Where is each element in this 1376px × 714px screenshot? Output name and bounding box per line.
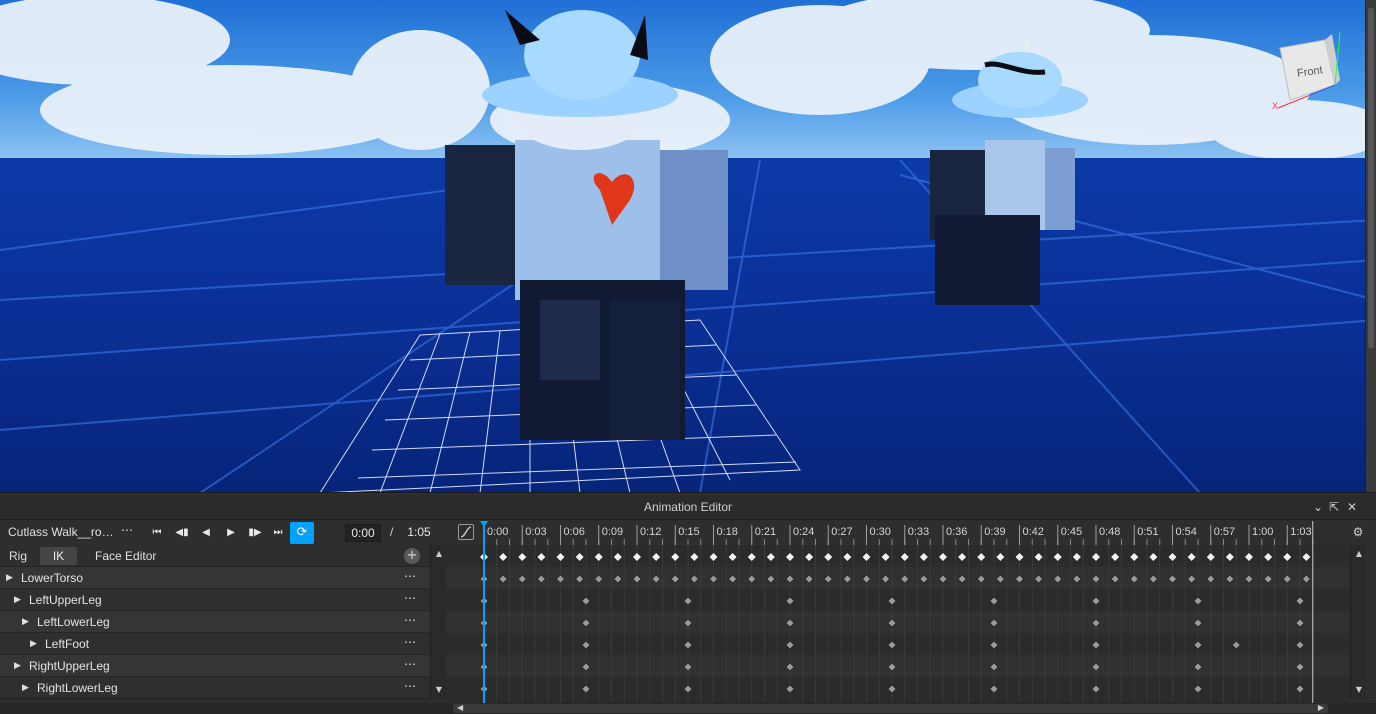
view-cube-axis-x: X bbox=[1272, 101, 1279, 111]
close-icon[interactable]: ✕ bbox=[1345, 499, 1359, 515]
timeline-row bbox=[446, 677, 1350, 699]
time-separator: / bbox=[390, 525, 394, 539]
track-more-icon[interactable]: ⋯ bbox=[404, 569, 416, 583]
ruler-tick-label: 0:15 bbox=[678, 526, 699, 538]
next-keyframe-icon[interactable]: ▮▶ bbox=[244, 523, 266, 543]
add-track-icon[interactable]: + bbox=[404, 548, 420, 564]
ruler-tick-label: 0:21 bbox=[755, 526, 776, 538]
current-time-input[interactable]: 0:00 bbox=[345, 524, 381, 542]
ruler-tick-label: 0:45 bbox=[1061, 526, 1082, 538]
track-name: LeftLowerLeg bbox=[37, 615, 110, 629]
ruler-tick-label: 0:24 bbox=[793, 526, 814, 538]
ruler-tick-label: 0:36 bbox=[946, 526, 967, 538]
hscroll-right-icon[interactable]: ▶ bbox=[1318, 703, 1324, 712]
track-more-icon[interactable]: ⋯ bbox=[404, 657, 416, 671]
ruler-tick-label: 0:30 bbox=[870, 526, 891, 538]
ruler-tick-label: 0:42 bbox=[1023, 526, 1044, 538]
viewport-scene: f bbox=[0, 0, 1376, 492]
track-more-icon[interactable]: ⋯ bbox=[404, 591, 416, 605]
floating-label: f bbox=[1024, 37, 1030, 56]
scroll-down-icon[interactable]: ▼ bbox=[1353, 685, 1365, 694]
timeline-canvas[interactable]: 0:00 0:03 0:06 0:09 0:12 0:15 0:18 0:21 0:24 0:27… bbox=[446, 521, 1350, 703]
editor-title: Animation Editor bbox=[643, 500, 733, 514]
scroll-down-icon[interactable]: ▼ bbox=[433, 685, 445, 694]
track-name: LeftUpperLeg bbox=[29, 593, 102, 607]
ruler-tick-label: 1:00 bbox=[1252, 526, 1273, 538]
track-row[interactable]: ▶ LowerTorso ⋯ bbox=[0, 567, 430, 589]
track-row[interactable]: ▶ LeftFoot ⋯ bbox=[0, 633, 430, 655]
ruler-tick-label: 0:06 bbox=[564, 526, 585, 538]
track-more-icon[interactable]: ⋯ bbox=[404, 679, 416, 693]
track-name: RightUpperLeg bbox=[29, 659, 110, 673]
ruler-tick-label: 1:03 bbox=[1290, 526, 1311, 538]
viewport-scroll-thumb[interactable] bbox=[1368, 8, 1374, 348]
timeline-hscrollbar[interactable]: ◀ ▶ bbox=[0, 703, 1376, 714]
expand-arrow-icon[interactable]: ▶ bbox=[22, 682, 32, 694]
play-reverse-icon[interactable]: ◀ bbox=[195, 523, 217, 543]
rig-tabs-row: Rig IK Face Editor + bbox=[0, 545, 430, 567]
editor-titlebar: Animation Editor ⌄ ⇱ ✕ bbox=[0, 495, 1376, 520]
undock-icon[interactable]: ⇱ bbox=[1327, 499, 1341, 515]
timeline-row bbox=[446, 655, 1350, 677]
track-row[interactable]: ▶ RightLowerLeg ⋯ bbox=[0, 677, 430, 699]
end-time-input[interactable]: 1:05 bbox=[400, 524, 438, 542]
skip-to-start-icon[interactable]: ⏮ bbox=[146, 523, 168, 543]
viewport-scrollbar[interactable] bbox=[1365, 0, 1376, 492]
tab-face-editor[interactable]: Face Editor bbox=[95, 549, 156, 563]
track-name: LeftFoot bbox=[45, 637, 90, 651]
hscroll-left-icon[interactable]: ◀ bbox=[457, 703, 463, 712]
animation-editor: Animation Editor ⌄ ⇱ ✕ Cutlass Walk__ro…… bbox=[0, 495, 1376, 714]
track-name: RightLowerLeg bbox=[37, 681, 118, 695]
timeline-row bbox=[446, 611, 1350, 633]
rig-label: Rig bbox=[9, 549, 28, 563]
track-name: LowerTorso bbox=[21, 571, 84, 585]
ruler-tick-label: 0:12 bbox=[640, 526, 661, 538]
timeline-row bbox=[446, 589, 1350, 611]
ruler-tick-label: 0:00 bbox=[487, 526, 508, 538]
track-more-icon[interactable]: ⋯ bbox=[404, 635, 416, 649]
chevron-down-icon[interactable]: ⌄ bbox=[1311, 499, 1325, 515]
track-list: ▶ LowerTorso ⋯ ▶ LeftUpperLeg ⋯ ▶ LeftLowerLeg ⋯… bbox=[0, 567, 430, 699]
play-icon[interactable]: ▶ bbox=[220, 523, 242, 543]
timeline-row bbox=[446, 633, 1350, 655]
previous-keyframe-icon[interactable]: ◀▮ bbox=[171, 523, 193, 543]
expand-arrow-icon[interactable]: ▶ bbox=[6, 572, 16, 584]
3d-viewport[interactable]: f Front X bbox=[0, 0, 1376, 493]
ruler-tick-label: 0:54 bbox=[1176, 526, 1197, 538]
ruler-tick-label: 0:57 bbox=[1214, 526, 1235, 538]
ruler-tick-label: 0:33 bbox=[908, 526, 929, 538]
playback-toolbar: Cutlass Walk__ro… ⋯ ⏮ ◀▮ ◀ ▶ ▮▶ ⏭ ⟳ 0:00… bbox=[0, 521, 446, 545]
curve-editor-icon[interactable] bbox=[458, 524, 474, 540]
expand-arrow-icon[interactable]: ▶ bbox=[22, 616, 32, 628]
scroll-up-icon[interactable]: ▲ bbox=[1353, 549, 1365, 558]
ruler-tick-label: 0:51 bbox=[1137, 526, 1158, 538]
expand-arrow-icon[interactable]: ▶ bbox=[30, 638, 40, 650]
loop-toggle-icon[interactable]: ⟳ bbox=[290, 522, 314, 544]
animation-name-dropdown[interactable]: Cutlass Walk__ro… bbox=[8, 525, 114, 539]
skip-to-end-icon[interactable]: ⏭ bbox=[267, 523, 289, 543]
ruler-tick-label: 0:48 bbox=[1099, 526, 1120, 538]
ruler-tick-label: 0:09 bbox=[602, 526, 623, 538]
track-row[interactable]: ▶ RightUpperLeg ⋯ bbox=[0, 655, 430, 677]
animation-more-icon[interactable]: ⋯ bbox=[121, 523, 139, 537]
gear-icon[interactable]: ⚙ bbox=[1350, 523, 1366, 541]
hscroll-track[interactable]: ◀ ▶ bbox=[453, 703, 1328, 713]
timeline-scrollbar[interactable]: ▲ ▼ bbox=[1350, 545, 1366, 699]
tab-ik[interactable]: IK bbox=[40, 547, 77, 565]
timeline[interactable]: 0:00 0:03 0:06 0:09 0:12 0:15 0:18 0:21 0:24 0:27… bbox=[446, 521, 1350, 703]
ruler-tick-label: 0:27 bbox=[831, 526, 852, 538]
track-more-icon[interactable]: ⋯ bbox=[404, 613, 416, 627]
ruler-tick-label: 0:03 bbox=[525, 526, 546, 538]
scroll-up-icon[interactable]: ▲ bbox=[433, 549, 445, 558]
track-row[interactable]: ▶ LeftLowerLeg ⋯ bbox=[0, 611, 430, 633]
expand-arrow-icon[interactable]: ▶ bbox=[14, 660, 24, 672]
track-row[interactable]: ▶ LeftUpperLeg ⋯ bbox=[0, 589, 430, 611]
track-list-scrollbar[interactable]: ▲ ▼ bbox=[430, 545, 446, 699]
ruler-tick-label: 0:39 bbox=[984, 526, 1005, 538]
expand-arrow-icon[interactable]: ▶ bbox=[14, 594, 24, 606]
ruler-tick-label: 0:18 bbox=[717, 526, 738, 538]
